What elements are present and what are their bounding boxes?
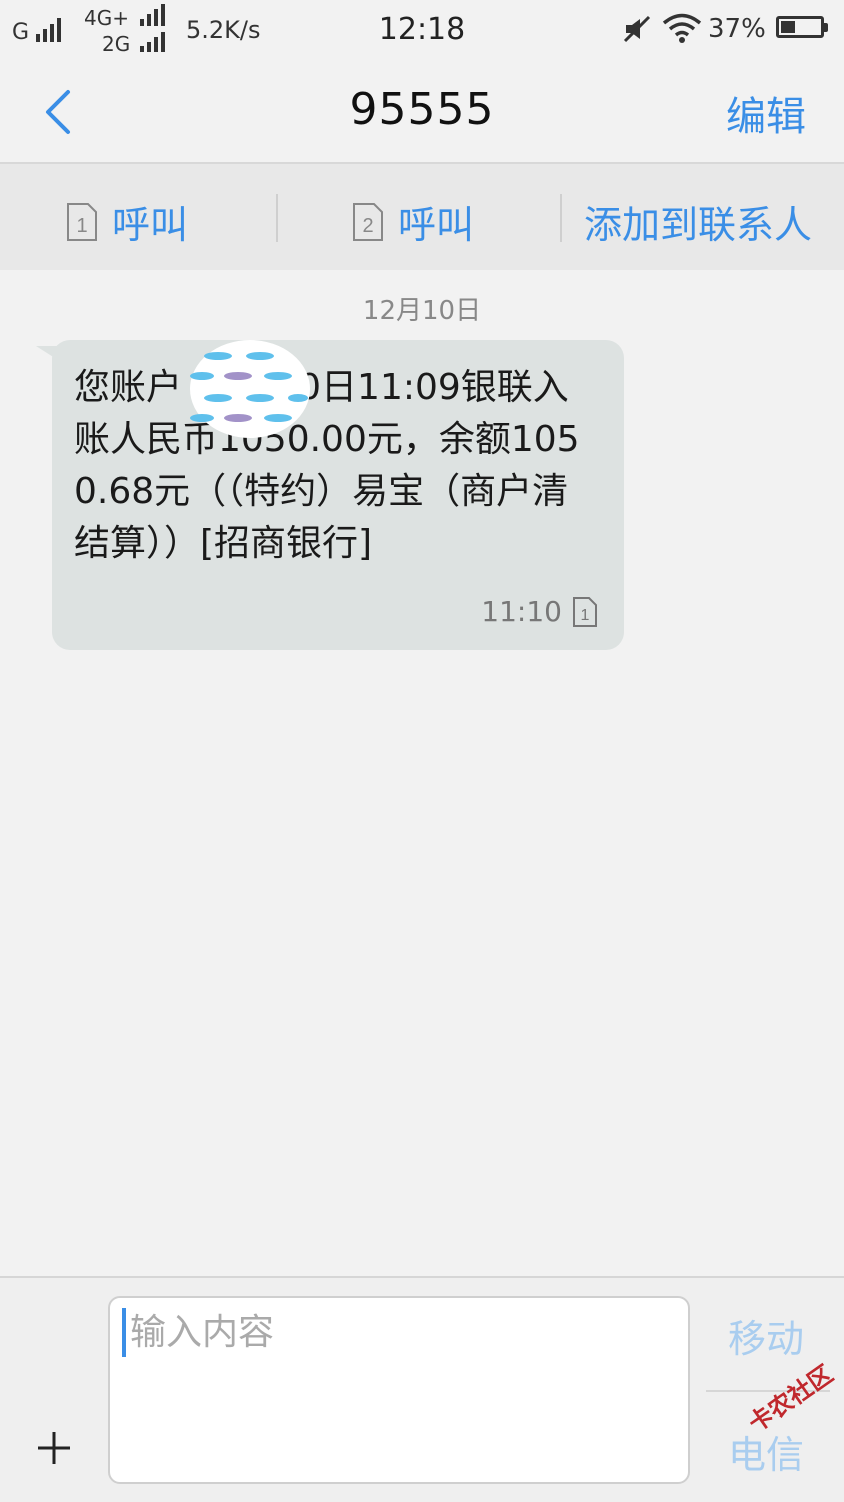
status-bar: G 4G+ 2G 5.2K/s 12:18 37%: [0, 0, 844, 62]
call-label: 呼叫: [112, 203, 189, 247]
plus-icon[interactable]: [34, 1428, 74, 1468]
add-contact-button[interactable]: 添加到联系人: [584, 194, 812, 249]
page-title: 95555: [349, 84, 495, 135]
date-separator: 12月10日: [362, 296, 482, 326]
send-mobile-button[interactable]: 移动: [728, 1308, 804, 1363]
message-time: 11:10: [481, 595, 562, 628]
message-input[interactable]: [122, 1308, 670, 1357]
call-label: 呼叫: [398, 203, 475, 247]
sim-card-icon: 1: [573, 596, 597, 627]
sim-number: 2: [362, 215, 373, 237]
sim-number: 1: [76, 215, 87, 237]
wifi-icon: [662, 13, 702, 43]
conversation-header: 95555 编辑: [0, 62, 844, 164]
divider: [276, 194, 278, 242]
redaction-sticker: [190, 340, 310, 438]
message-text: 您账户 12月10日11:09银联入账人民币1050.00元，余额1050.68…: [74, 367, 580, 564]
add-contact-label: 添加到联系人: [584, 203, 813, 247]
divider: [560, 194, 562, 242]
message-input-box[interactable]: [108, 1296, 690, 1484]
sim-card-icon: 1: [67, 202, 97, 241]
message-bubble[interactable]: 您账户 12月10日11:09银联入账人民币1050.00元，余额1050.68…: [52, 340, 624, 650]
call-sim2-button[interactable]: 2 呼叫: [352, 194, 474, 249]
composer: 移动 电信: [0, 1276, 844, 1502]
contact-actions: 1 呼叫 2 呼叫 添加到联系人: [0, 164, 844, 270]
sim-number: 1: [581, 607, 590, 624]
call-sim1-button[interactable]: 1 呼叫: [66, 194, 188, 249]
battery-fill: [781, 21, 796, 33]
battery-icon: [776, 16, 828, 38]
mute-icon: [623, 15, 651, 43]
sim-card-icon: 2: [353, 202, 383, 241]
battery-percent: 37%: [708, 14, 766, 44]
message-meta: 11:10 1: [481, 595, 598, 628]
edit-button[interactable]: 编辑: [726, 84, 806, 142]
